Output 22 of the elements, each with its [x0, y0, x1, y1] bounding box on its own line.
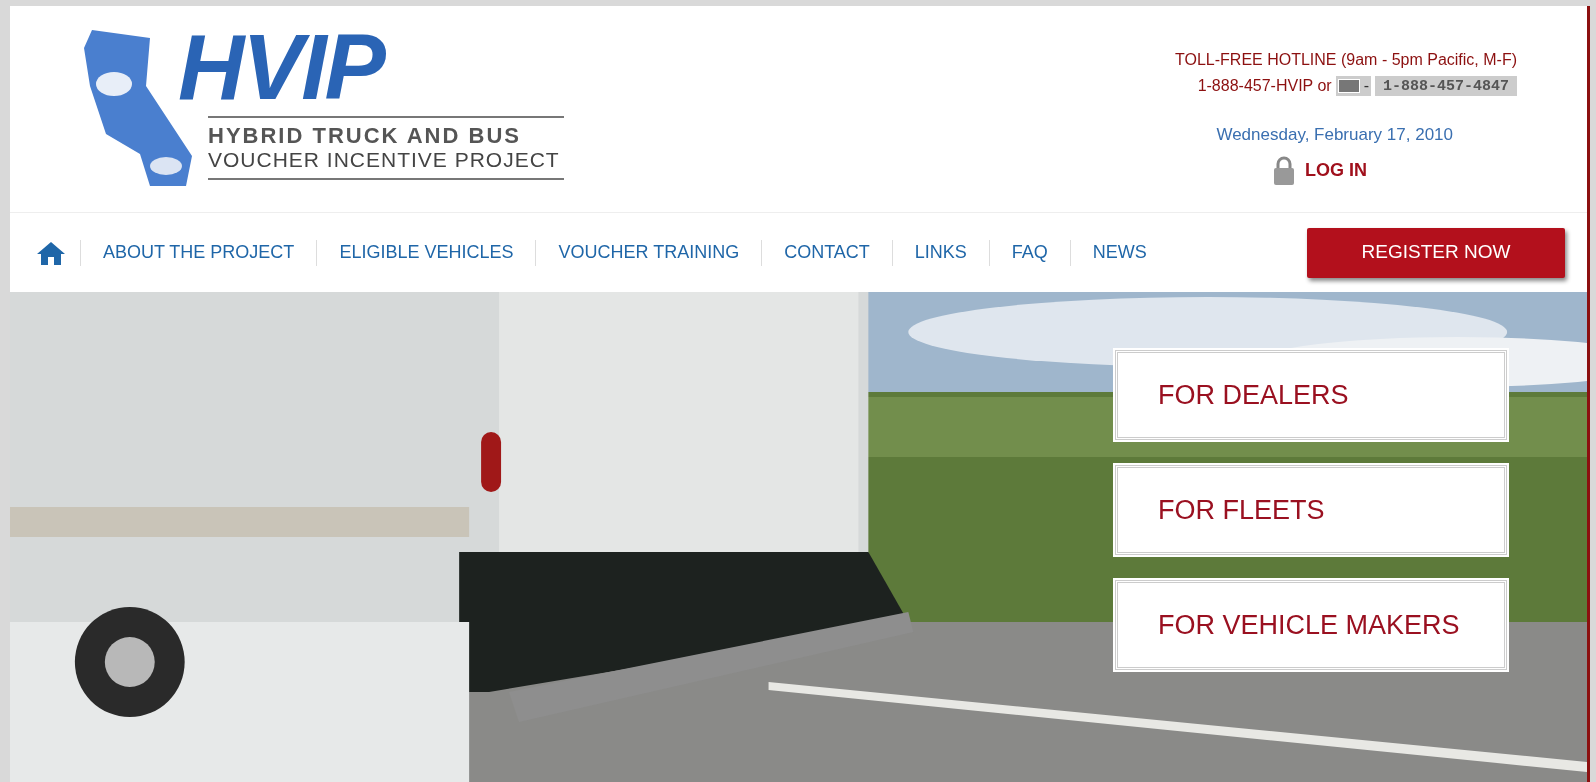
- register-button[interactable]: REGISTER NOW: [1307, 227, 1565, 278]
- hotline-label: TOLL-FREE HOTLINE (9am - 5pm Pacific, M-F): [1175, 50, 1517, 70]
- date-text: Wednesday, February 17, 2010: [1216, 124, 1453, 146]
- logo-title: HVIP: [178, 26, 386, 108]
- audience-button[interactable]: FOR DEALERS: [1115, 350, 1507, 440]
- login-link[interactable]: LOG IN: [1273, 155, 1367, 186]
- audience-button[interactable]: FOR FLEETS: [1115, 465, 1507, 555]
- nav-link[interactable]: ABOUT THE PROJECT: [81, 239, 317, 266]
- logo-subtitle: HYBRID TRUCK AND BUS: [208, 124, 522, 148]
- nav-link[interactable]: VOUCHER TRAINING: [536, 239, 762, 266]
- padlock-icon: [1273, 155, 1295, 186]
- logo-subtitle: VOUCHER INCENTIVE PROJECT: [208, 148, 560, 172]
- nav-link[interactable]: CONTACT: [762, 239, 892, 266]
- phone-number[interactable]: 1-888-457-4847: [1374, 76, 1517, 96]
- call-widget[interactable]: -: [1335, 76, 1371, 96]
- audience-button[interactable]: FOR VEHICLE MAKERS: [1115, 580, 1507, 670]
- nav-link[interactable]: ELIGIBLE VEHICLES: [317, 239, 536, 266]
- nav-link[interactable]: FAQ: [989, 239, 1070, 266]
- nav-link[interactable]: LINKS: [892, 239, 989, 266]
- home-icon[interactable]: [36, 239, 66, 266]
- hotline-text: 1-888-457-HVIP or: [1197, 76, 1332, 96]
- nav-link[interactable]: NEWS: [1070, 239, 1169, 266]
